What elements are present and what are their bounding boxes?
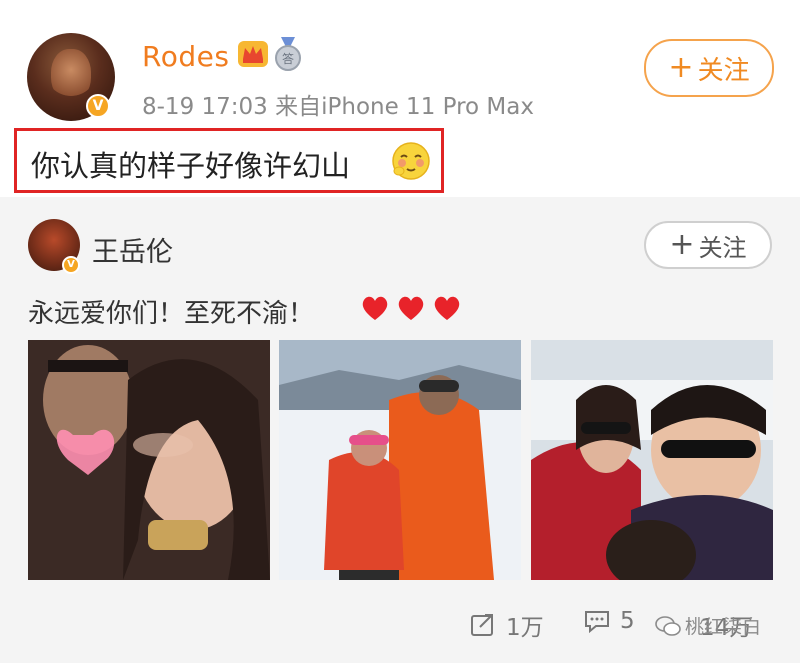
repost-count: 1万 [506, 615, 544, 641]
heart-icon [434, 296, 460, 320]
plus-icon: + [668, 50, 694, 85]
verified-badge-icon: V [62, 256, 80, 274]
post-source: 来自iPhone 11 Pro Max [275, 94, 534, 120]
weibo-post-screen: V Rodes 答 8-19 17:03 来自iPhone 11 Pro Max… [0, 0, 800, 663]
comment-action[interactable]: 5 [584, 608, 635, 634]
heart-icon [362, 296, 388, 320]
repost-icon [471, 614, 493, 636]
svg-text:答: 答 [282, 51, 294, 66]
heart-icon [398, 296, 424, 320]
post-meta: 8-19 17:03 来自iPhone 11 Pro Max [142, 87, 534, 121]
follow-label: 关注 [697, 55, 750, 86]
repost-text: 永远爱你们！至死不渝！ [28, 299, 315, 329]
photo-yacht-selfie[interactable] [531, 340, 773, 580]
post-timestamp: 8-19 17:03 [142, 94, 268, 120]
author-name[interactable]: Rodes [142, 40, 229, 73]
blush-emoji-icon [392, 142, 430, 180]
wechat-icon [655, 615, 681, 636]
repost-action[interactable]: 1万 [470, 608, 544, 642]
highlighted-post-text: 你认真的样子好像许幻山 [14, 128, 444, 193]
repost-follow-button[interactable]: + 关注 [644, 221, 772, 269]
verified-badge-icon: V [86, 94, 110, 118]
photo-couple-selfie[interactable] [28, 340, 270, 580]
plus-icon: + [669, 227, 695, 262]
follow-button[interactable]: + 关注 [644, 39, 774, 97]
crown-icon [238, 41, 268, 67]
comment-count: 5 [620, 608, 635, 634]
comment-icon [585, 611, 609, 633]
repost-author-name[interactable]: 王岳伦 [92, 230, 173, 269]
photo-ski-slope[interactable] [279, 340, 521, 580]
medal-icon: 答 [275, 37, 301, 71]
watermark: 桃红柒白 [655, 612, 761, 639]
post-text: 你认真的样子好像许幻山 [31, 149, 351, 183]
watermark-text: 桃红柒白 [685, 616, 762, 638]
repost-follow-label: 关注 [698, 233, 747, 262]
